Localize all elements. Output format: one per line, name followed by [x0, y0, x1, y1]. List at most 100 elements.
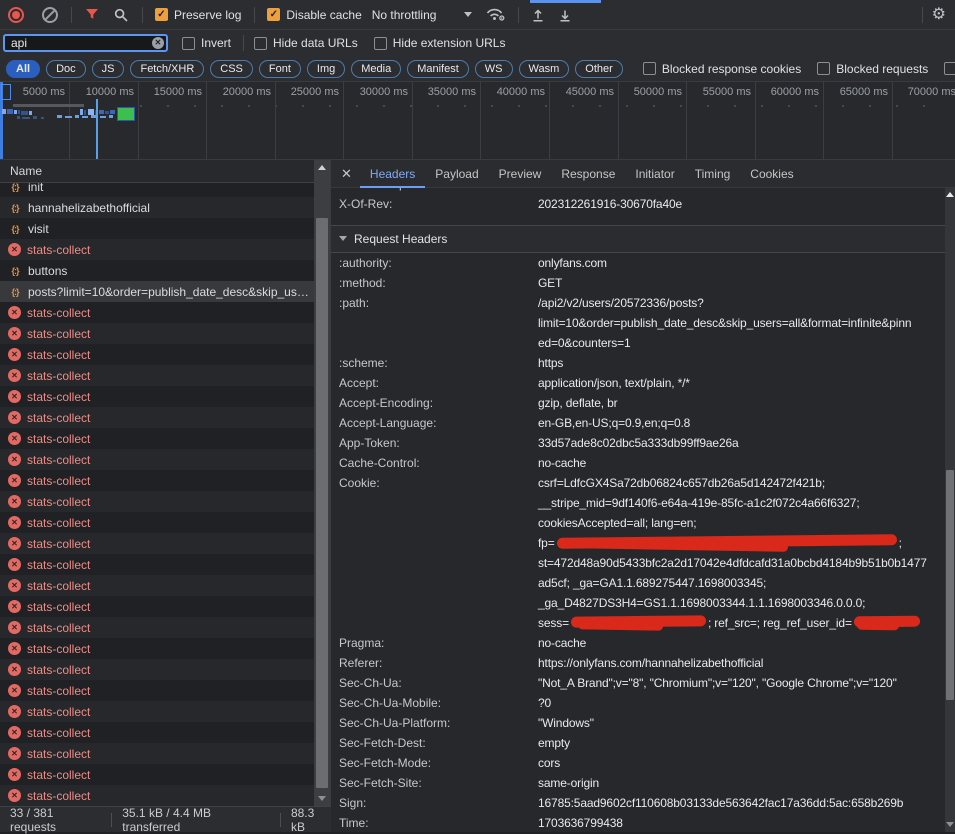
filter-pill-img[interactable]: Img — [307, 60, 345, 78]
request-row[interactable]: ✕stats-collect — [0, 344, 314, 365]
waterfall-bar — [18, 110, 20, 114]
request-row[interactable]: ✕stats-collect — [0, 470, 314, 491]
request-row[interactable]: ✕stats-collect — [0, 449, 314, 470]
checkbox-label: Blocked requests — [836, 62, 928, 76]
filter-pill-wasm[interactable]: Wasm — [519, 60, 570, 78]
tab-preview[interactable]: Preview — [489, 160, 552, 188]
throttling-select[interactable]: No throttling — [372, 8, 437, 22]
checkbox-blocked-requests[interactable]: Blocked requests — [817, 62, 928, 76]
filter-pill-all[interactable]: All — [6, 60, 40, 78]
request-row[interactable]: ✕stats-collect — [0, 764, 314, 785]
toolbar-divider — [518, 7, 519, 23]
request-row[interactable]: ✕stats-collect — [0, 323, 314, 344]
header-row: Sec-Fetch-Site:same-origin — [331, 773, 955, 793]
settings-gear-icon[interactable]: ⚙ — [932, 7, 946, 23]
error-icon: ✕ — [8, 642, 21, 655]
request-headers-section[interactable]: Request Headers — [331, 226, 955, 252]
close-icon[interactable]: ✕ — [341, 166, 352, 182]
tab-payload[interactable]: Payload — [425, 160, 488, 188]
request-row[interactable]: ✕stats-collect — [0, 491, 314, 512]
request-row[interactable]: {:}visit — [0, 218, 314, 239]
scrollbar-thumb[interactable] — [316, 218, 328, 788]
network-overview-timeline[interactable]: 5000 ms10000 ms15000 ms20000 ms25000 ms3… — [0, 82, 955, 160]
error-icon: ✕ — [8, 768, 21, 781]
filter-input[interactable] — [3, 34, 168, 52]
checkbox-blocked-response-cookies[interactable]: Blocked response cookies — [643, 62, 801, 76]
waterfall-bar — [17, 116, 20, 119]
search-icon[interactable] — [114, 8, 128, 22]
scrollbar-thumb[interactable] — [946, 470, 954, 700]
error-icon: ✕ — [8, 243, 21, 256]
request-row[interactable]: ✕stats-collect — [0, 302, 314, 323]
request-row[interactable]: ✕stats-collect — [0, 533, 314, 554]
request-row[interactable]: ✕stats-collect — [0, 575, 314, 596]
name-column-header[interactable]: Name — [0, 160, 314, 183]
scroll-up-icon[interactable] — [946, 192, 954, 197]
filter-pill-manifest[interactable]: Manifest — [407, 60, 469, 78]
request-row[interactable]: {:}buttons — [0, 260, 314, 281]
clear-filter-icon[interactable]: ✕ — [152, 37, 164, 49]
request-row[interactable]: ✕stats-collect — [0, 596, 314, 617]
request-row[interactable]: ✕stats-collect — [0, 638, 314, 659]
waterfall-bar — [84, 110, 86, 115]
import-har-icon[interactable] — [531, 8, 545, 22]
tab-response[interactable]: Response — [551, 160, 625, 188]
tab-initiator[interactable]: Initiator — [625, 160, 684, 188]
filter-funnel-icon[interactable] — [85, 8, 99, 21]
scroll-up-icon[interactable] — [318, 165, 326, 170]
scroll-down-icon[interactable] — [946, 822, 954, 827]
filter-pill-fetch-xhr[interactable]: Fetch/XHR — [130, 60, 204, 78]
request-row[interactable]: ✕stats-collect — [0, 239, 314, 260]
export-har-icon[interactable] — [558, 8, 572, 22]
request-row[interactable]: ✕stats-collect — [0, 407, 314, 428]
request-row[interactable]: {:}hannahelizabethofficial — [0, 197, 314, 218]
invert-checkbox[interactable]: Invert — [182, 36, 231, 50]
tab-cookies[interactable]: Cookies — [740, 160, 803, 188]
request-row[interactable]: ✕stats-collect — [0, 722, 314, 743]
chevron-down-icon[interactable] — [464, 12, 472, 17]
requests-scrollbar[interactable] — [314, 160, 330, 806]
filter-pill-media[interactable]: Media — [351, 60, 401, 78]
header-value: empty — [538, 733, 955, 753]
details-scrollbar[interactable] — [945, 188, 955, 832]
request-row[interactable]: ✕stats-collect — [0, 386, 314, 407]
waterfall-bar — [2, 109, 6, 114]
request-row[interactable]: ✕stats-collect — [0, 617, 314, 638]
request-row[interactable]: ✕stats-collect — [0, 680, 314, 701]
redaction-scribble — [854, 616, 920, 629]
network-conditions-icon[interactable] — [486, 7, 506, 22]
request-row[interactable]: ✕stats-collect — [0, 365, 314, 386]
checkbox-3rd-party-requests[interactable]: 3rd-party requests — [944, 62, 955, 76]
record-icon[interactable] — [8, 7, 24, 23]
disable-cache-checkbox[interactable]: ✓ Disable cache — [267, 8, 361, 22]
request-row[interactable]: ✕stats-collect — [0, 785, 314, 806]
request-row[interactable]: ✕stats-collect — [0, 428, 314, 449]
tab-headers[interactable]: Headers — [360, 160, 425, 188]
filter-pill-other[interactable]: Other — [575, 60, 623, 78]
filter-pill-doc[interactable]: Doc — [46, 60, 86, 78]
request-row[interactable]: ✕stats-collect — [0, 554, 314, 575]
header-name: :path: — [339, 293, 369, 313]
header-value-line: 16785:5aad9602cf110608b03133de563642fac1… — [538, 793, 955, 813]
filter-pill-font[interactable]: Font — [259, 60, 301, 78]
request-row[interactable]: ✕stats-collect — [0, 659, 314, 680]
header-row: App-Token:33d57ade8c02dbc5a333db99ff9ae2… — [331, 433, 955, 453]
scroll-down-icon[interactable] — [318, 796, 326, 801]
request-name: stats-collect — [27, 789, 314, 803]
request-row[interactable]: ✕stats-collect — [0, 701, 314, 722]
filter-pill-js[interactable]: JS — [92, 60, 125, 78]
request-row[interactable]: {:}init — [0, 183, 314, 197]
clear-icon[interactable] — [42, 7, 58, 23]
hide-extension-urls-checkbox[interactable]: Hide extension URLs — [374, 36, 506, 50]
hide-data-urls-checkbox[interactable]: Hide data URLs — [254, 36, 358, 50]
preserve-log-checkbox[interactable]: ✓ Preserve log — [155, 8, 241, 22]
filter-pill-css[interactable]: CSS — [210, 60, 253, 78]
request-row[interactable]: {:}posts?limit=10&order=publish_date_des… — [0, 281, 314, 302]
filter-pill-ws[interactable]: WS — [475, 60, 513, 78]
header-name: Cookie: — [339, 473, 380, 493]
request-row[interactable]: ✕stats-collect — [0, 743, 314, 764]
disclosure-triangle-icon — [339, 236, 347, 241]
header-row: X-Of-Rev: 202312261916-30670fa40e — [331, 194, 955, 214]
request-row[interactable]: ✕stats-collect — [0, 512, 314, 533]
tab-timing[interactable]: Timing — [685, 160, 741, 188]
